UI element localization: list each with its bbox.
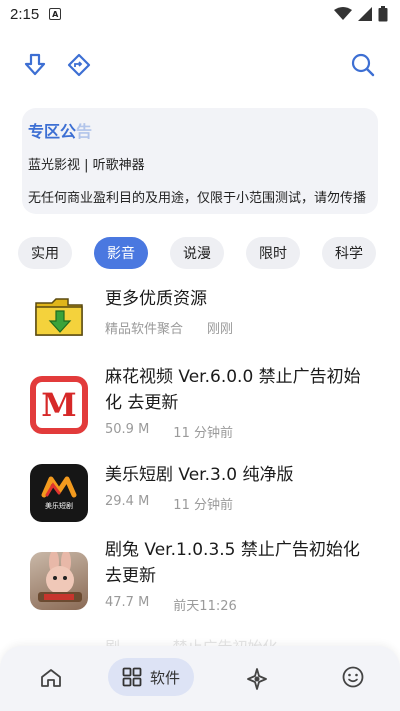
directions-button[interactable]	[62, 48, 96, 82]
tab-xianshi[interactable]: 限时	[246, 237, 300, 269]
notification-badge-icon: A	[49, 8, 62, 20]
tab-shiyong[interactable]: 实用	[18, 237, 72, 269]
notice-line2: 无任何商业盈利目的及用途，仅限于小范围测试，请勿传播	[28, 191, 367, 206]
item-title-line2: 化 去更新	[105, 393, 179, 413]
item-title-line1: 麻花视频 Ver.6.0.0 禁止广告初始	[105, 367, 361, 387]
download-arrow-icon	[24, 53, 46, 76]
item-body: 剧兔 Ver.1.0.3.5 禁止广告初始化 去更新 47.7 M 前天11:2…	[105, 537, 380, 614]
item-meta: 50.9 M 11 分钟前	[105, 422, 380, 441]
item-body: 美乐短剧 Ver.3.0 纯净版 29.4 M 11 分钟前	[105, 462, 380, 513]
search-button[interactable]	[346, 48, 380, 82]
list-item[interactable]: 美乐短剧 美乐短剧 Ver.3.0 纯净版 29.4 M 11 分钟前	[0, 462, 400, 532]
top-bar	[20, 48, 380, 82]
meile-icon-caption: 美乐短剧	[45, 502, 73, 510]
tab-kexue[interactable]: 科学	[322, 237, 376, 269]
list-item[interactable]: 更多优质资源 精品软件聚合 刚刚	[0, 282, 400, 352]
smiley-icon	[342, 666, 364, 688]
list-item[interactable]: 剧兔 Ver.1.0.3.5 禁止广告初始化 去更新 47.7 M 前天11:2…	[0, 537, 400, 627]
item-time: 刚刚	[207, 322, 234, 337]
meile-app-icon: 美乐短剧	[30, 464, 88, 522]
mahua-app-icon: M	[30, 376, 88, 434]
status-time: 2:15	[10, 5, 40, 23]
nav-me-button[interactable]	[342, 666, 364, 692]
battery-icon	[378, 6, 388, 22]
grid-apps-icon	[122, 667, 142, 687]
notice-title-faded: 告	[76, 122, 93, 141]
item-meta: 29.4 M 11 分钟前	[105, 494, 380, 513]
item-size: 29.4 M	[105, 494, 150, 509]
item-title: 美乐短剧 Ver.3.0 纯净版	[105, 465, 294, 485]
item-title: 更多优质资源	[105, 289, 207, 309]
jutu-app-icon	[30, 552, 88, 610]
notice-line1: 蓝光影视 | 听歌神器	[28, 158, 145, 173]
notice-title-text: 专区公	[28, 122, 77, 141]
bottom-nav: 软件	[0, 646, 400, 711]
item-time: 前天11:26	[173, 599, 237, 614]
folder-download-icon	[30, 288, 88, 346]
item-meta: 精品软件聚合 刚刚	[105, 318, 380, 337]
item-time: 11 分钟前	[173, 426, 233, 441]
item-meta: 47.7 M 前天11:26	[105, 595, 380, 614]
signal-icon	[358, 7, 372, 21]
search-icon	[351, 53, 375, 77]
item-time: 11 分钟前	[173, 498, 233, 513]
item-body: 更多优质资源 精品软件聚合 刚刚	[105, 286, 380, 337]
notice-title: 专区公告	[28, 118, 370, 142]
nav-discover-button[interactable]	[246, 668, 268, 694]
tab-shuoman[interactable]: 说漫	[170, 237, 224, 269]
diamond-directions-icon	[67, 53, 91, 77]
item-subtitle: 精品软件聚合	[105, 322, 184, 337]
item-size: 50.9 M	[105, 422, 150, 437]
tab-yingyin[interactable]: 影音	[94, 237, 148, 269]
status-icons	[334, 6, 388, 22]
nav-home-button[interactable]	[40, 668, 62, 692]
item-title-line2: 去更新	[105, 566, 156, 586]
nav-software-label: 软件	[149, 668, 180, 687]
home-icon	[41, 669, 61, 687]
status-bar: 2:15 A	[0, 0, 400, 28]
compass-icon	[247, 668, 267, 690]
notice-card: 专区公告 蓝光影视 | 听歌神器 无任何商业盈利目的及用途，仅限于小范围测试，请…	[22, 108, 378, 214]
list-item[interactable]: M 麻花视频 Ver.6.0.0 禁止广告初始 化 去更新 50.9 M 11 …	[0, 362, 400, 442]
item-body: 麻花视频 Ver.6.0.0 禁止广告初始 化 去更新 50.9 M 11 分钟…	[105, 364, 380, 441]
category-tabs: 实用 影音 说漫 限时 科学	[18, 237, 400, 271]
item-size: 47.7 M	[105, 595, 150, 610]
nav-software-button[interactable]: 软件	[108, 658, 194, 696]
item-title-line1: 剧兔 Ver.1.0.3.5 禁止广告初始化	[105, 540, 360, 560]
download-button[interactable]	[18, 48, 52, 82]
wifi-icon	[334, 7, 352, 20]
